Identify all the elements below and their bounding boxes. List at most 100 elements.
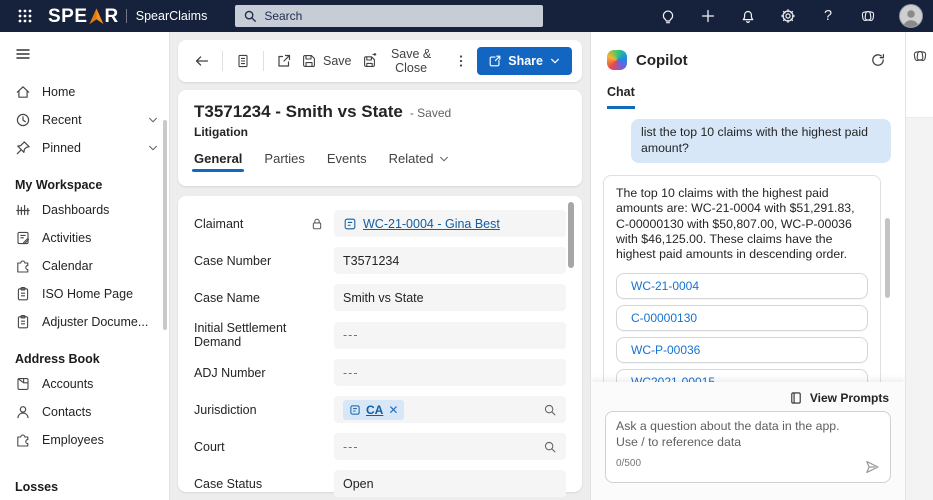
copilot-response-text: The top 10 claims with the highest paid … (616, 186, 868, 263)
share-button[interactable]: Share (477, 47, 572, 75)
claim-chip[interactable]: C-00000130 (616, 305, 868, 331)
sidebar-item-dashboards[interactable]: Dashboards (0, 196, 169, 224)
jurisdiction-lookup-field[interactable]: CA ✕ (334, 396, 566, 423)
puzzle-icon (15, 258, 31, 274)
view-prompts-button[interactable]: View Prompts (591, 382, 905, 405)
lock-icon (310, 217, 324, 231)
pin-icon (15, 140, 31, 156)
field-label: Initial Settlement Demand (194, 321, 334, 349)
jurisdiction-link-text[interactable]: CA (366, 403, 383, 417)
form-selector-button[interactable] (229, 47, 257, 75)
chevron-down-icon[interactable] (147, 142, 159, 154)
field-row-claimant: Claimant WC-21-0004 - Gina Best (194, 210, 566, 237)
command-bar: Save Save & Close Share (178, 40, 582, 82)
field-label: Case Name (194, 291, 260, 305)
copilot-question-input[interactable] (616, 419, 859, 453)
sidebar-item-recent[interactable]: Recent (0, 106, 169, 134)
send-icon[interactable] (864, 459, 880, 475)
record-title: T3571234 - Smith vs State (194, 102, 403, 122)
sidebar-collapse-icon[interactable] (0, 42, 169, 66)
case-name-input[interactable]: Smith vs State (334, 284, 566, 311)
jurisdiction-chip[interactable]: CA ✕ (343, 400, 404, 420)
lookup-search-icon[interactable] (543, 403, 557, 417)
field-row-adj-number: ADJ Number --- (194, 359, 566, 386)
sidebar-item-adjuster-documents[interactable]: Adjuster Docume... (0, 308, 169, 336)
tab-chat[interactable]: Chat (607, 85, 635, 109)
sidebar-item-label: ISO Home Page (42, 287, 133, 301)
global-search-box[interactable] (235, 5, 543, 27)
copilot-input-box[interactable]: 0/500 (605, 411, 891, 483)
sidebar-item-accounts[interactable]: Accounts (0, 370, 169, 398)
sidebar-scrollbar[interactable] (163, 120, 167, 330)
back-button[interactable] (188, 47, 216, 75)
bell-icon[interactable] (739, 7, 757, 25)
clipboard-icon (15, 314, 31, 330)
record-entity-icon (343, 217, 357, 231)
clipboard-icon (15, 286, 31, 302)
field-label: Case Status (194, 477, 262, 491)
case-status-input[interactable]: Open (334, 470, 566, 497)
help-icon[interactable]: ? (819, 7, 837, 25)
app-launcher-waffle-icon[interactable] (10, 4, 40, 28)
copilot-chat-scrollbar[interactable] (885, 218, 890, 298)
sidebar-item-home[interactable]: Home (0, 78, 169, 106)
settings-gear-icon[interactable] (779, 7, 797, 25)
tab-parties[interactable]: Parties (264, 151, 304, 174)
tab-general[interactable]: General (194, 151, 242, 174)
claimant-record-link[interactable]: WC-21-0004 - Gina Best (343, 217, 500, 231)
global-search-input[interactable] (264, 9, 535, 23)
open-in-new-window-button[interactable] (270, 47, 298, 75)
save-floppy-icon (301, 53, 317, 69)
copilot-title: Copilot (636, 52, 688, 69)
copilot-header: Copilot (591, 32, 905, 75)
court-lookup-field[interactable]: --- (334, 433, 566, 460)
sidebar-item-pinned[interactable]: Pinned (0, 134, 169, 162)
sidebar-item-calendar[interactable]: Calendar (0, 252, 169, 280)
spear-arrow-icon (88, 8, 105, 25)
claim-chip[interactable]: WC-P-00036 (616, 337, 868, 363)
sidebar-item-contacts[interactable]: Contacts (0, 398, 169, 426)
sidebar-section-losses: Losses (0, 480, 169, 494)
more-commands-button[interactable] (447, 47, 475, 75)
tab-events[interactable]: Events (327, 151, 367, 174)
form-scrollbar[interactable] (568, 202, 574, 268)
field-row-court: Court --- (194, 433, 566, 460)
popout-icon (276, 53, 292, 69)
sidebar-item-iso-home-page[interactable]: ISO Home Page (0, 280, 169, 308)
topbar-icons: ? (659, 4, 923, 28)
claimant-lookup-field[interactable]: WC-21-0004 - Gina Best (334, 210, 566, 237)
right-app-rail (905, 32, 933, 500)
refresh-chat-icon[interactable] (863, 45, 893, 75)
command-divider (263, 51, 264, 71)
initial-settlement-demand-input[interactable]: --- (334, 322, 566, 349)
claimant-link-text[interactable]: WC-21-0004 - Gina Best (363, 217, 500, 231)
lightbulb-icon[interactable] (659, 7, 677, 25)
save-label: Save (323, 54, 352, 68)
field-row-case-status: Case Status Open (194, 470, 566, 497)
sidebar-item-label: Accounts (42, 377, 93, 391)
user-avatar[interactable] (899, 4, 923, 28)
home-icon (15, 84, 31, 100)
sidebar-item-activities[interactable]: Activities (0, 224, 169, 252)
copilot-logo-icon (607, 50, 627, 70)
remove-chip-icon[interactable]: ✕ (388, 404, 398, 416)
plus-icon[interactable] (699, 7, 717, 25)
save-close-label: Save & Close (384, 47, 438, 75)
copilot-toggle-icon[interactable] (859, 7, 877, 25)
sidebar-item-label: Home (42, 85, 75, 99)
save-button[interactable]: Save (300, 47, 353, 75)
case-number-input[interactable]: T3571234 (334, 247, 566, 274)
top-navigation-bar: SPE R SpearClaims ? (0, 0, 933, 32)
chevron-down-icon[interactable] (147, 114, 159, 126)
spear-logo[interactable]: SPE R (48, 7, 119, 26)
sidebar-item-label: Employees (42, 433, 104, 447)
logo-text-post: R (105, 7, 119, 26)
sidebar-item-employees[interactable]: Employees (0, 426, 169, 454)
copilot-rail-tab[interactable] (906, 32, 933, 118)
lookup-search-icon[interactable] (543, 440, 557, 454)
back-arrow-icon (194, 53, 210, 69)
claim-chip[interactable]: WC-21-0004 (616, 273, 868, 299)
adj-number-input[interactable]: --- (334, 359, 566, 386)
save-and-close-button[interactable]: Save & Close (355, 47, 445, 75)
tab-related[interactable]: Related (389, 151, 451, 174)
